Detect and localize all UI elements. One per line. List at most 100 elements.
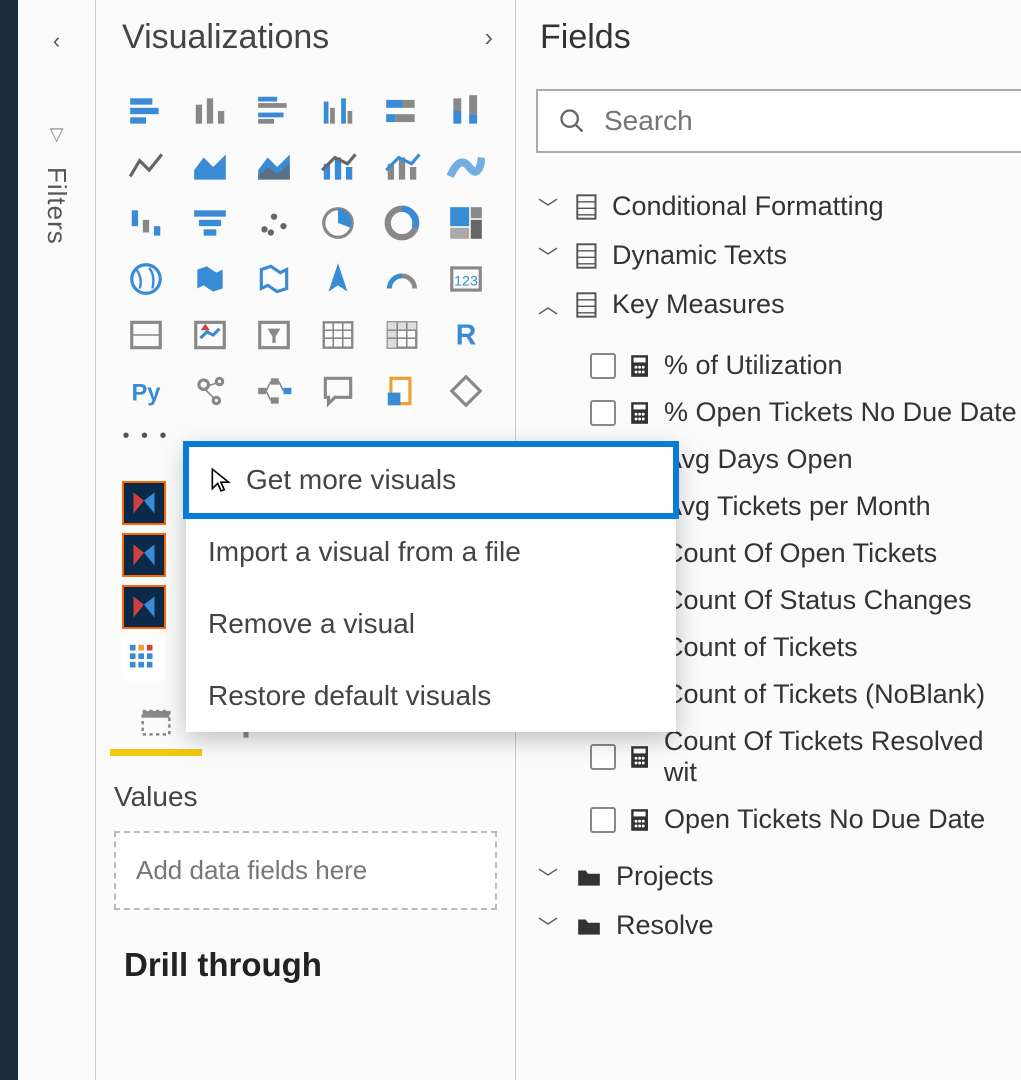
pie-chart-icon[interactable] [314, 199, 362, 247]
app-left-edge [0, 0, 18, 1080]
menu-restore-default-visuals[interactable]: Restore default visuals [186, 660, 676, 732]
menu-remove-visual[interactable]: Remove a visual [186, 588, 676, 660]
drill-through-label: Drill through [124, 946, 497, 984]
kpi-icon[interactable] [186, 311, 234, 359]
waterfall-chart-icon[interactable] [122, 199, 170, 247]
python-visual-icon[interactable] [122, 367, 170, 415]
funnel-chart-icon[interactable] [186, 199, 234, 247]
fields-title: Fields [516, 0, 1021, 67]
paginated-report-icon[interactable] [378, 367, 426, 415]
measure-checkbox[interactable] [590, 807, 616, 833]
fields-table-row[interactable]: ﹀ Dynamic Texts [520, 240, 1021, 271]
search-icon [558, 107, 586, 135]
stacked-area-chart-icon[interactable] [250, 143, 298, 191]
line-clustered-column-icon[interactable] [378, 143, 426, 191]
area-chart-icon[interactable] [186, 143, 234, 191]
table-visual-icon[interactable] [314, 311, 362, 359]
power-apps-icon[interactable] [442, 367, 490, 415]
custom-visual-2-icon[interactable] [122, 533, 166, 577]
fields-table-row[interactable]: ﹀Resolve [520, 910, 1021, 941]
multi-row-card-icon[interactable] [122, 311, 170, 359]
fields-table-row[interactable]: ︿Key Measures [520, 289, 1021, 320]
menu-import-visual-file[interactable]: Import a visual from a file [186, 516, 676, 588]
measure-label: Count Of Status Changes [664, 585, 972, 616]
chevron-down-icon: ﹀ [534, 862, 562, 891]
calculator-icon [630, 354, 650, 378]
folder-icon [576, 866, 602, 888]
more-visuals-ellipsis-icon[interactable]: • • • [122, 423, 170, 471]
menu-remove-visual-label: Remove a visual [208, 608, 415, 640]
measure-row[interactable]: % Open Tickets No Due Date [590, 397, 1021, 428]
key-influencers-icon[interactable] [186, 367, 234, 415]
measure-row[interactable]: Open Tickets No Due Date [590, 804, 1021, 835]
funnel-icon: ▽ [50, 124, 64, 145]
measure-checkbox[interactable] [590, 400, 616, 426]
stacked-column-chart-icon[interactable] [186, 87, 234, 135]
tab-fields[interactable] [136, 701, 176, 741]
values-drop-well[interactable]: Add data fields here [114, 831, 497, 910]
chevron-down-icon: ﹀ [534, 241, 562, 270]
fields-table-label: Dynamic Texts [612, 240, 787, 271]
custom-visual-4-icon[interactable] [122, 637, 166, 681]
map-icon[interactable] [122, 255, 170, 303]
line-stacked-column-icon[interactable] [314, 143, 362, 191]
fields-table-row[interactable]: ﹀Projects [520, 861, 1021, 892]
matrix-visual-icon[interactable] [378, 311, 426, 359]
qa-visual-icon[interactable] [314, 367, 362, 415]
visualizations-gallery: • • • [96, 67, 515, 475]
fields-table-label: Resolve [616, 910, 714, 941]
measure-label: % of Utilization [664, 350, 843, 381]
r-visual-icon[interactable] [442, 311, 490, 359]
cursor-icon [208, 467, 234, 493]
filters-label[interactable]: Filters [41, 167, 72, 245]
menu-restore-default-visuals-label: Restore default visuals [208, 680, 491, 712]
measure-row[interactable]: Count Of Tickets Resolved wit [590, 726, 1021, 788]
custom-visual-1-icon[interactable] [122, 481, 166, 525]
fields-search-input[interactable] [604, 105, 1001, 137]
card123-icon[interactable] [442, 255, 490, 303]
filters-panel: ‹ ▽ Filters [18, 0, 96, 1080]
azure-map-icon[interactable] [314, 255, 362, 303]
visualizations-collapse-icon[interactable]: › [484, 22, 493, 53]
fields-table-row[interactable]: ﹀Conditional Formatting [520, 191, 1021, 222]
stacked-bar-chart-icon[interactable] [122, 87, 170, 135]
menu-get-more-visuals-label: Get more visuals [246, 464, 456, 496]
treemap-icon[interactable] [442, 199, 490, 247]
measure-checkbox[interactable] [590, 353, 616, 379]
fields-table-label: Key Measures [612, 289, 785, 320]
values-section-label: Values [114, 781, 497, 813]
clustered-column-chart-icon[interactable] [314, 87, 362, 135]
hundred-stacked-bar-icon[interactable] [378, 87, 426, 135]
measure-label: Open Tickets No Due Date [664, 804, 985, 835]
clustered-bar-chart-icon[interactable] [250, 87, 298, 135]
measure-label: % Open Tickets No Due Date [664, 397, 1017, 428]
scatter-chart-icon[interactable] [250, 199, 298, 247]
slicer-icon[interactable] [250, 311, 298, 359]
line-chart-icon[interactable] [122, 143, 170, 191]
measure-label: Avg Days Open [664, 444, 853, 475]
filters-collapse-icon[interactable]: ‹ [53, 28, 60, 54]
fields-search[interactable] [536, 89, 1021, 153]
measure-label: Count of Tickets [664, 632, 858, 663]
custom-visual-3-icon[interactable] [122, 585, 166, 629]
menu-import-visual-file-label: Import a visual from a file [208, 536, 521, 568]
measure-checkbox[interactable] [590, 744, 616, 770]
folder-icon [576, 915, 602, 937]
filled-map-icon[interactable] [186, 255, 234, 303]
decomposition-tree-icon[interactable] [250, 367, 298, 415]
shape-map-icon[interactable] [250, 255, 298, 303]
menu-get-more-visuals[interactable]: Get more visuals [186, 444, 676, 516]
measure-row[interactable]: % of Utilization [590, 350, 1021, 381]
table-icon [576, 194, 598, 220]
donut-chart-icon[interactable] [378, 199, 426, 247]
table-icon [576, 292, 598, 318]
visualizations-title: Visualizations [122, 18, 329, 57]
gauge-icon[interactable] [378, 255, 426, 303]
visuals-context-menu: Get more visuals Import a visual from a … [186, 444, 676, 732]
calculator-icon [630, 401, 650, 425]
hundred-stacked-column-icon[interactable] [442, 87, 490, 135]
visualizations-panel: Visualizations › [96, 0, 516, 1080]
ribbon-chart-icon[interactable] [442, 143, 490, 191]
table-icon [576, 243, 598, 269]
measure-label: Count Of Tickets Resolved wit [664, 726, 1021, 788]
